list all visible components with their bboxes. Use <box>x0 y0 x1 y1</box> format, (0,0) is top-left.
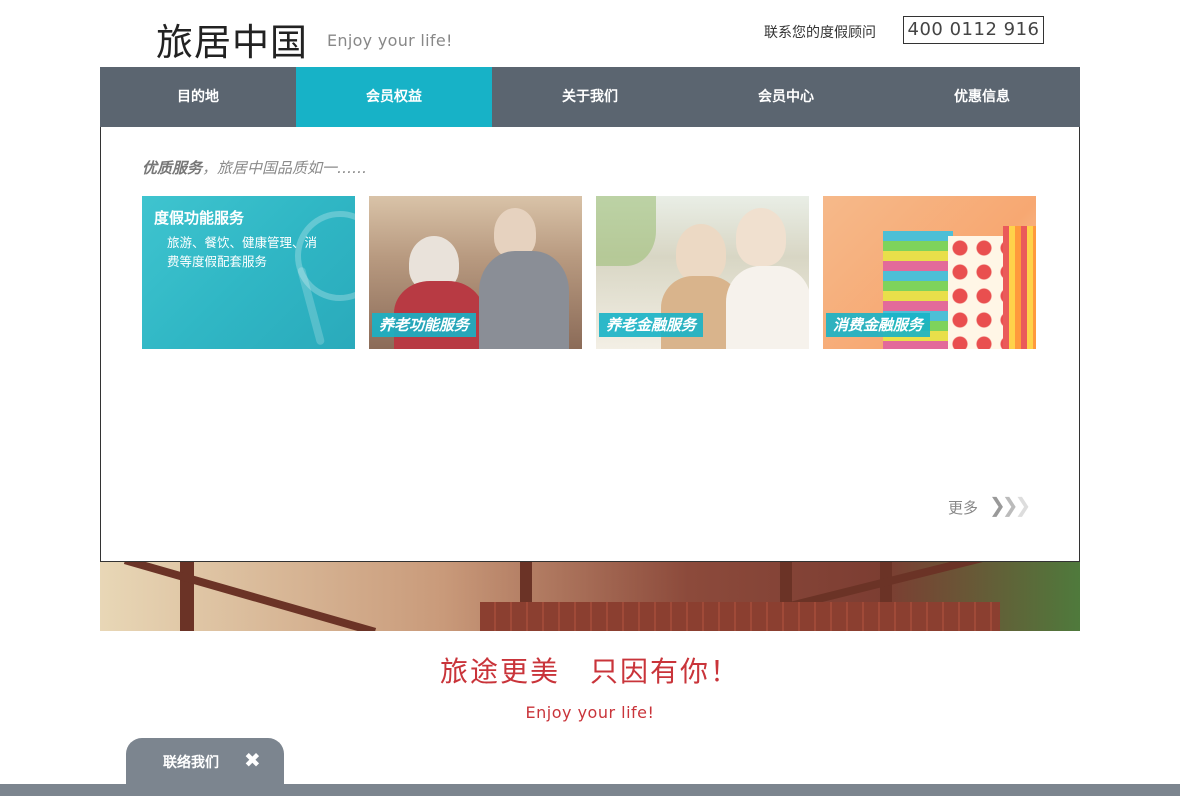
member-benefits-panel: 优质服务，旅居中国品质如一…… 度假功能服务 旅游、餐饮、健康管理、消费等度假配… <box>100 127 1080 562</box>
nav-item-member-center[interactable]: 会员中心 <box>688 67 884 127</box>
slogan-english: Enjoy your life! <box>525 703 655 722</box>
logo-chinese[interactable]: 旅居中国 <box>156 12 308 66</box>
main-nav: 目的地 会员权益 关于我们 会员中心 优惠信息 <box>100 67 1080 135</box>
nav-item-member-benefits[interactable]: 会员权益 <box>296 67 492 135</box>
slogan-chinese: 旅途更美 只因有你！ <box>439 655 740 688</box>
contact-advisor-label: 联系您的度假顾问 <box>764 25 876 41</box>
intro-rest: ，旅居中国品质如一…… <box>202 159 368 177</box>
resort-banner-image <box>100 562 1080 631</box>
card-elderly-finance-services[interactable]: 养老金融服务 <box>596 196 809 349</box>
card-tag: 养老功能服务 <box>372 313 477 337</box>
contact-us-label: 联络我们 <box>163 755 219 771</box>
chevron-triple-right-icon[interactable]: ❯❯❯ <box>989 493 1031 517</box>
logo-tagline: Enjoy your life! <box>327 31 453 50</box>
card-vacation-services[interactable]: 度假功能服务 旅游、餐饮、健康管理、消费等度假配套服务 <box>142 196 355 349</box>
card-elderly-care-services[interactable]: 养老功能服务 <box>369 196 582 349</box>
more-link[interactable]: 更多 <box>948 497 978 518</box>
close-icon[interactable]: ✖ <box>244 748 261 772</box>
card-tag: 消费金融服务 <box>826 313 931 337</box>
card-title: 度假功能服务 <box>154 209 245 227</box>
nav-item-destination[interactable]: 目的地 <box>100 67 296 127</box>
nav-item-about-us[interactable]: 关于我们 <box>492 67 688 127</box>
nav-item-promotions[interactable]: 优惠信息 <box>884 67 1080 127</box>
card-tag: 养老金融服务 <box>599 313 704 337</box>
card-consumer-finance-services[interactable]: 消费金融服务 <box>823 196 1036 349</box>
intro-text: 优质服务，旅居中国品质如一…… <box>142 157 367 178</box>
intro-bold: 优质服务 <box>142 159 203 177</box>
card-description: 旅游、餐饮、健康管理、消费等度假配套服务 <box>167 235 318 269</box>
phone-number[interactable]: 400 0112 916 <box>903 16 1044 44</box>
contact-us-tab[interactable]: 联络我们 ✖ <box>126 738 284 786</box>
